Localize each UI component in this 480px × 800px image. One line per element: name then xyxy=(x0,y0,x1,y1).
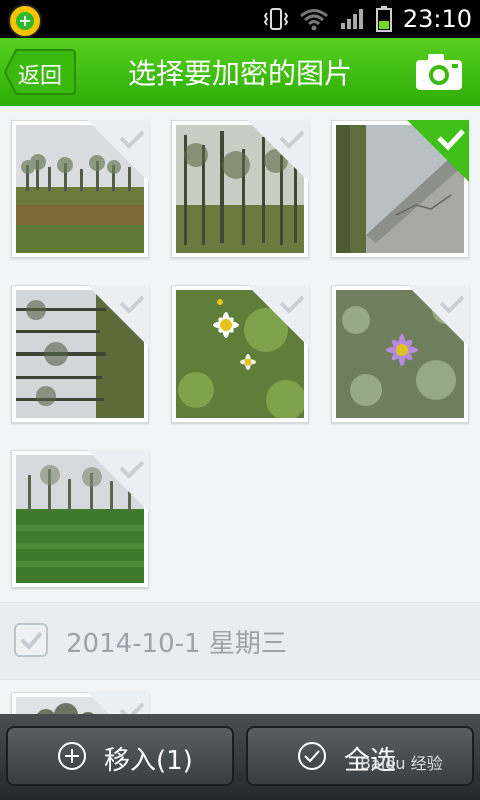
checkmark-icon xyxy=(247,285,309,347)
status-icons: 23:10 xyxy=(263,0,472,38)
photo-thumbnail[interactable] xyxy=(171,120,309,258)
checkmark-icon xyxy=(87,120,149,182)
photo-thumbnail[interactable] xyxy=(171,285,309,423)
photo-thumbnail[interactable] xyxy=(331,285,469,423)
signal-icon xyxy=(340,9,363,29)
vibrate-icon xyxy=(263,8,289,30)
status-bar: + 23:10 xyxy=(0,0,480,38)
photo-thumbnail[interactable] xyxy=(11,450,149,588)
camera-button[interactable] xyxy=(414,52,464,92)
checkmark-selected-icon xyxy=(407,120,469,182)
check-circle-icon xyxy=(298,742,326,770)
section-date-label: 2014-10-1 星期三 xyxy=(66,629,287,659)
watermark: Baidu 经验 xyxy=(360,754,443,773)
page-title: 选择要加密的图片 xyxy=(127,57,352,90)
checkmark-icon xyxy=(247,120,309,182)
checkmark-icon xyxy=(20,631,43,650)
clock: 23:10 xyxy=(402,5,472,33)
app-logo-icon: + xyxy=(8,4,42,38)
checkmark-icon xyxy=(407,285,469,347)
photo-thumbnail[interactable] xyxy=(11,285,149,423)
checkmark-icon xyxy=(87,450,149,512)
plus-circle-icon xyxy=(58,742,86,770)
title-bar: 返回 选择要加密的图片 xyxy=(0,38,480,106)
move-in-button[interactable]: 移入(1) xyxy=(6,726,234,786)
move-in-label: 移入(1) xyxy=(104,746,193,776)
back-button[interactable]: 返回 xyxy=(4,48,76,96)
photo-thumbnail[interactable] xyxy=(331,120,469,258)
checkmark-icon xyxy=(87,285,149,347)
photo-thumbnail[interactable] xyxy=(11,120,149,258)
camera-icon xyxy=(416,54,462,90)
battery-icon xyxy=(375,6,392,32)
back-button-label: 返回 xyxy=(18,64,63,89)
date-section-header[interactable]: 2014-10-1 星期三 xyxy=(0,602,480,680)
wifi-icon xyxy=(299,9,328,31)
section-select-checkbox[interactable] xyxy=(14,623,48,657)
